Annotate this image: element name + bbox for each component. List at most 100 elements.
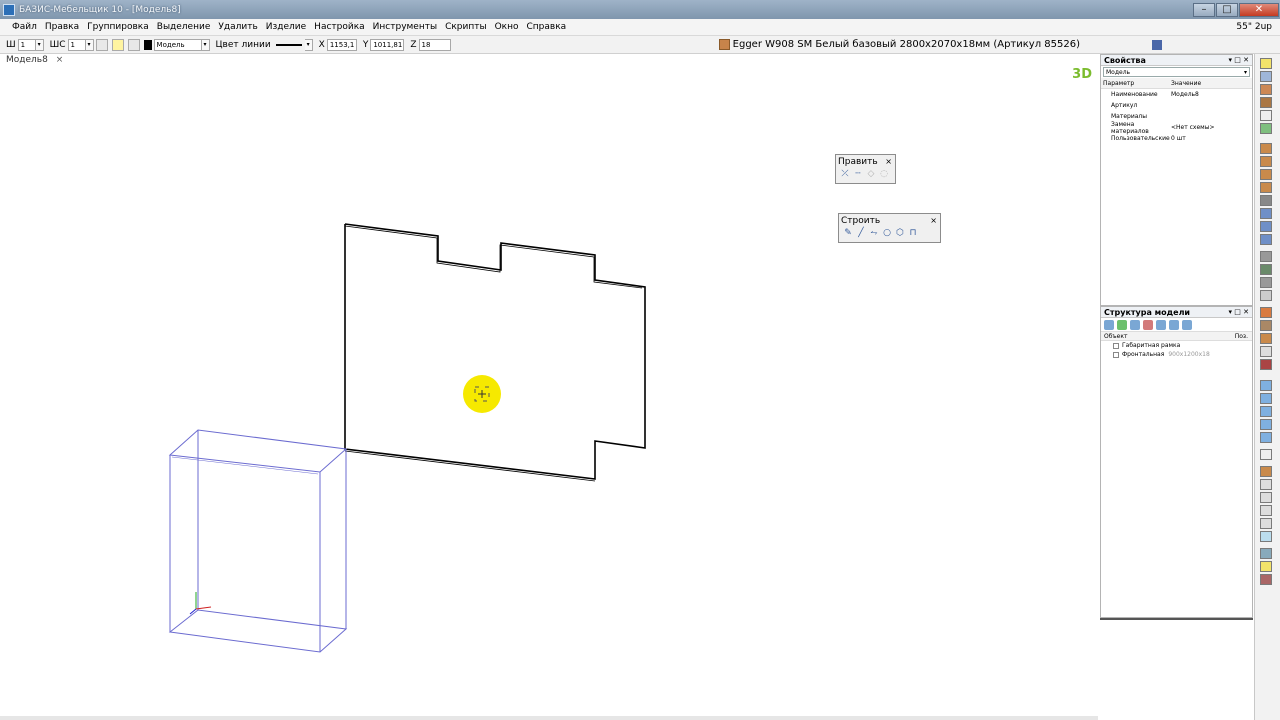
properties-window-controls[interactable]: ▾ □ ✕: [1229, 56, 1249, 64]
shade-icon[interactable]: [1260, 505, 1272, 516]
back-icon[interactable]: [1260, 182, 1272, 193]
box-icon[interactable]: [1260, 143, 1272, 154]
view-icon[interactable]: [1182, 319, 1192, 330]
tree-icon[interactable]: [1260, 123, 1272, 134]
sum-icon[interactable]: [1260, 110, 1272, 121]
add-icon[interactable]: [1117, 319, 1127, 330]
tab-model8[interactable]: Модель8 ×: [6, 55, 63, 65]
tree-node[interactable]: Фронтальная 900х1200х18: [1101, 350, 1252, 359]
trim-icon[interactable]: ⤫: [840, 169, 850, 179]
view-left-icon[interactable]: [1260, 406, 1272, 417]
edit-toolbar-close-icon[interactable]: ×: [885, 157, 892, 166]
param-value[interactable]: <Нет схемы>: [1171, 124, 1252, 131]
table-row[interactable]: Замена материалов <Нет схемы>: [1101, 121, 1252, 135]
fillet-icon[interactable]: ◌: [879, 169, 889, 179]
table-row[interactable]: Артикул: [1101, 100, 1252, 111]
line-style-sample[interactable]: [275, 43, 302, 46]
view-front-icon[interactable]: [1260, 380, 1272, 391]
rod-icon[interactable]: [1260, 195, 1272, 206]
param-value[interactable]: 0 шт: [1171, 135, 1252, 142]
dimension-icon[interactable]: ⊓: [908, 228, 918, 238]
y-input[interactable]: 1011,81: [370, 38, 405, 51]
polyline-icon[interactable]: ⥊: [869, 228, 879, 238]
ws-input[interactable]: 1: [67, 38, 86, 51]
panel-icon[interactable]: [1260, 84, 1272, 95]
offset-icon[interactable]: ◇: [866, 169, 876, 179]
menu-scripts[interactable]: Скрипты: [441, 22, 491, 32]
line-icon[interactable]: ╱: [856, 228, 866, 238]
structure-window-controls[interactable]: ▾ □ ✕: [1229, 308, 1249, 316]
viewport-3d[interactable]: 3D Править × ⤫ ┄ ◇ ◌ Строить × ✎ ╱ ⥊ ○ ⬡…: [0, 67, 1098, 716]
zoom-icon[interactable]: [1260, 531, 1272, 542]
view-mode-label[interactable]: 3D: [1072, 67, 1092, 82]
menu-file[interactable]: Файл: [0, 22, 41, 32]
shelf-icon[interactable]: [1260, 169, 1272, 180]
tab-close-icon[interactable]: ×: [56, 55, 64, 65]
wire-icon[interactable]: [1260, 479, 1272, 490]
tree-checkbox[interactable]: [1113, 342, 1119, 349]
horizontal-scrollbar[interactable]: [0, 716, 1098, 720]
rotate-icon[interactable]: [1260, 449, 1272, 460]
render-icon[interactable]: [1260, 466, 1272, 477]
texture-icon[interactable]: [1260, 359, 1272, 370]
tool-icon[interactable]: [1260, 71, 1272, 82]
minimize-button[interactable]: –: [1193, 2, 1215, 17]
connector-icon[interactable]: [1260, 290, 1272, 301]
view-iso-icon[interactable]: [1260, 419, 1272, 430]
view-3d-icon[interactable]: [1260, 432, 1272, 443]
param-value[interactable]: Модель8: [1171, 91, 1252, 98]
extend-icon[interactable]: ┄: [853, 169, 863, 179]
view-top-icon[interactable]: [1260, 393, 1272, 404]
z-input[interactable]: 18: [418, 38, 451, 51]
ws-dropdown[interactable]: ▾: [85, 38, 94, 51]
menu-help[interactable]: Справка: [523, 22, 571, 32]
polygon-icon[interactable]: ⬡: [895, 228, 905, 238]
properties-icon[interactable]: [1169, 319, 1179, 330]
width-input[interactable]: 1: [17, 38, 36, 51]
query-icon[interactable]: [1130, 319, 1140, 330]
tree-checkbox[interactable]: [1113, 351, 1119, 358]
solid-icon[interactable]: [1260, 346, 1272, 357]
divider-icon[interactable]: [1260, 221, 1272, 232]
circle-icon[interactable]: ○: [882, 228, 892, 238]
menu-tools[interactable]: Инструменты: [369, 22, 441, 32]
cylinder-icon[interactable]: [1260, 333, 1272, 344]
layer-dropdown[interactable]: ▾: [201, 38, 210, 51]
tree-node[interactable]: Габаритная рамка: [1101, 341, 1252, 350]
side-icon[interactable]: [1260, 156, 1272, 167]
fastener-icon[interactable]: [1260, 277, 1272, 288]
edge-icon[interactable]: [1260, 518, 1272, 529]
build-toolbar-header[interactable]: Строить ×: [839, 214, 940, 227]
menu-group[interactable]: Группировка: [83, 22, 153, 32]
menu-edit[interactable]: Правка: [41, 22, 83, 32]
menu-settings[interactable]: Настройка: [310, 22, 369, 32]
lamp-icon[interactable]: [1260, 561, 1272, 572]
menu-window[interactable]: Окно: [491, 22, 523, 32]
light-icon[interactable]: [1260, 58, 1272, 69]
help-icon[interactable]: [1152, 40, 1162, 50]
layer-icon[interactable]: [95, 38, 108, 51]
layer-color-swatch[interactable]: [143, 39, 152, 50]
line-style-dropdown[interactable]: ▾: [304, 38, 313, 51]
bulb-icon[interactable]: [111, 38, 124, 51]
menu-select[interactable]: Выделение: [153, 22, 215, 32]
object-type-select[interactable]: Модель ▾: [1103, 67, 1250, 77]
width-dropdown[interactable]: ▾: [35, 38, 44, 51]
camera-icon[interactable]: [1260, 548, 1272, 559]
handle-icon[interactable]: [1260, 264, 1272, 275]
material-display[interactable]: Egger W908 SM Белый базовый 2800х2070х18…: [718, 36, 1280, 54]
grid-icon[interactable]: [1260, 234, 1272, 245]
cone-icon[interactable]: [1260, 320, 1272, 331]
delete-icon[interactable]: [1143, 319, 1153, 330]
hidden-icon[interactable]: [1260, 492, 1272, 503]
hinge-icon[interactable]: [1260, 251, 1272, 262]
close-button[interactable]: ✕: [1239, 2, 1279, 17]
link-icon[interactable]: [1156, 319, 1166, 330]
build-toolbar-close-icon[interactable]: ×: [930, 216, 937, 225]
edit-toolbar-header[interactable]: Править ×: [836, 155, 895, 168]
menu-delete[interactable]: Удалить: [214, 22, 261, 32]
lock-icon[interactable]: [127, 38, 140, 51]
export-icon[interactable]: [1260, 574, 1272, 585]
table-row[interactable]: Пользовательские 0 шт: [1101, 133, 1252, 144]
menu-product[interactable]: Изделие: [262, 22, 310, 32]
